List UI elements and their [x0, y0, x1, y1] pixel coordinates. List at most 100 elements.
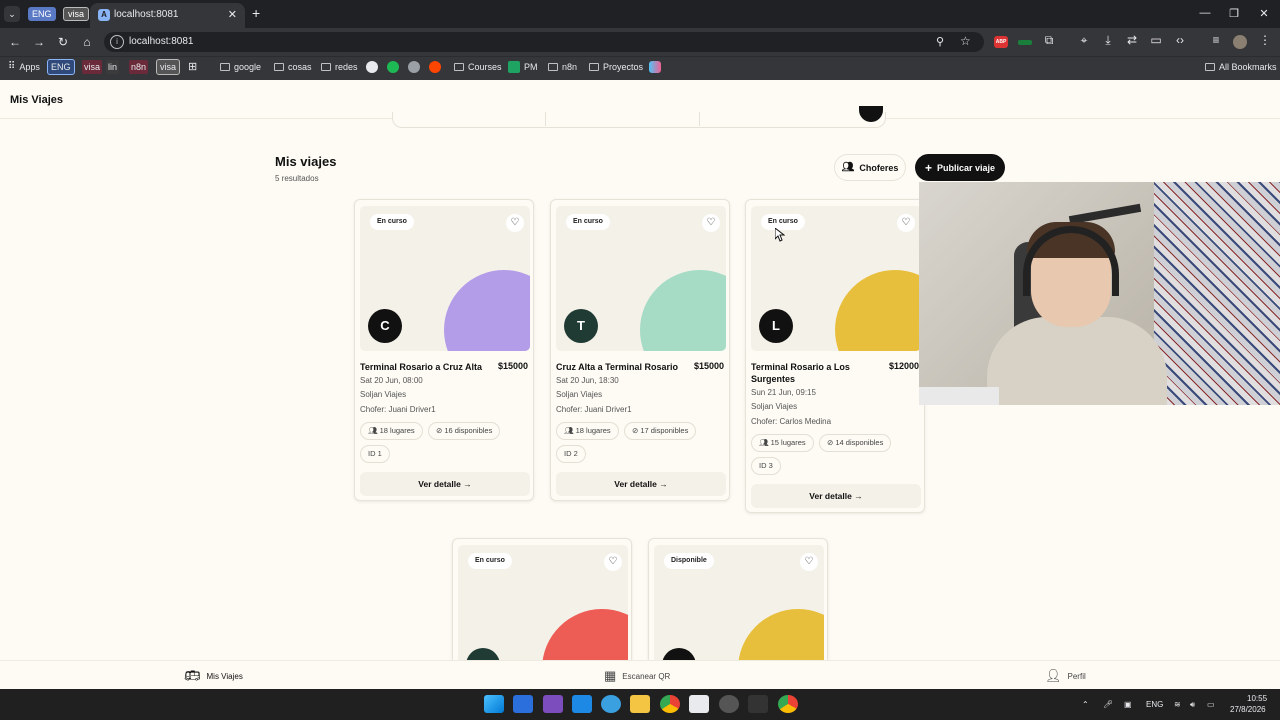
favorite-heart-icon[interactable]: ♡: [702, 214, 720, 232]
favorite-heart-icon[interactable]: ♡: [604, 553, 622, 571]
tab-chip-eng[interactable]: ENG: [28, 7, 56, 21]
active-tab[interactable]: A localhost:8081 ✕: [90, 3, 245, 28]
company-avatar: T: [564, 309, 598, 343]
ver-detalle-button[interactable]: Ver detalle →: [556, 472, 726, 496]
back-icon[interactable]: ←: [7, 35, 23, 49]
ver-detalle-button[interactable]: Ver detalle →: [751, 484, 921, 508]
home-icon[interactable]: ⌂: [79, 35, 95, 49]
bookmark-github[interactable]: [366, 60, 378, 74]
microphone-icon[interactable]: 🎤︎: [1103, 700, 1113, 709]
reading-list-icon[interactable]: ≡: [1208, 33, 1224, 47]
trip-card[interactable]: En curso ♡ T Cruz Alta a Terminal Rosari…: [550, 199, 730, 501]
window-close-icon[interactable]: ✕: [1254, 7, 1274, 20]
windows-start-icon[interactable]: [484, 695, 504, 713]
clock-date[interactable]: 27/8/2026: [1230, 705, 1266, 714]
chrome-icon[interactable]: [660, 695, 680, 713]
chrome-menu-icon[interactable]: ⋮: [1257, 33, 1273, 47]
visual-studio-icon[interactable]: [543, 695, 563, 713]
bookmark-lin[interactable]: lin: [106, 60, 120, 74]
choferes-label: Choferes: [859, 162, 899, 173]
choferes-button[interactable]: 👥︎ Choferes: [834, 154, 906, 181]
volume-icon[interactable]: 🔊︎: [1190, 700, 1195, 710]
bookmark-spotify[interactable]: [387, 60, 399, 74]
bookmark-cosas[interactable]: cosas: [274, 60, 312, 74]
tray-chevron-icon[interactable]: ⌃: [1082, 700, 1089, 709]
folder-icon: [220, 63, 230, 71]
clock-time[interactable]: 10:55: [1247, 694, 1267, 703]
bookmark-visa-2[interactable]: visa: [156, 59, 181, 75]
bookmark-reddit[interactable]: [429, 60, 441, 74]
bookmark-grid-icon[interactable]: ⊞: [188, 60, 197, 74]
minimize-icon[interactable]: —: [1195, 7, 1215, 19]
trip-image: En curso ♡: [458, 545, 628, 667]
color-app-icon: [649, 61, 661, 73]
trip-card[interactable]: En curso ♡ C Terminal Rosario a Cruz Alt…: [354, 199, 534, 501]
wifi-icon[interactable]: ≋: [1174, 700, 1181, 709]
favorite-heart-icon[interactable]: ♡: [800, 553, 818, 571]
extension-icon[interactable]: [1018, 40, 1032, 45]
nav-mis-viajes[interactable]: 🚌︎ Mis Viajes: [184, 668, 243, 684]
trip-card[interactable]: Disponible ♡: [648, 538, 828, 668]
devtools-icon[interactable]: ‹›: [1172, 33, 1188, 47]
notepad-icon[interactable]: [689, 695, 709, 713]
restore-icon[interactable]: ❐: [1224, 7, 1244, 20]
address-bar[interactable]: i localhost:8081 ⚲ ☆: [104, 32, 984, 52]
reload-icon[interactable]: ↻: [55, 35, 71, 49]
new-tab-icon[interactable]: +: [252, 5, 260, 21]
file-explorer-icon[interactable]: [630, 695, 650, 713]
tab-title: localhost:8081: [114, 9, 179, 20]
bookmark-n8n-folder[interactable]: n8n: [548, 60, 577, 74]
url-text: localhost:8081: [129, 36, 194, 47]
bookmark-chatgpt[interactable]: [408, 60, 420, 74]
tab-chip-visa[interactable]: visa: [63, 7, 90, 21]
bookmark-label: ENG: [47, 59, 75, 75]
cast-icon[interactable]: ▭: [1148, 33, 1164, 47]
chrome-alt-icon[interactable]: [778, 695, 798, 713]
bookmark-n8n[interactable]: n8n: [129, 60, 149, 74]
bookmark-pm[interactable]: PM: [508, 60, 538, 74]
trip-card[interactable]: En curso ♡: [452, 538, 632, 668]
battery-icon[interactable]: ▭: [1207, 700, 1215, 709]
bookmark-star-icon[interactable]: ☆: [960, 34, 971, 48]
bookmark-courses[interactable]: Courses: [454, 60, 502, 74]
language-indicator[interactable]: ENG: [1146, 700, 1163, 709]
search-button[interactable]: [859, 106, 883, 122]
app-icon[interactable]: [513, 695, 533, 713]
bookmark-eng[interactable]: ENG: [47, 59, 75, 75]
tab-search-button[interactable]: ⌄: [4, 6, 20, 22]
github-desktop-icon[interactable]: [719, 695, 739, 713]
nav-escanear-qr[interactable]: ▦ Escanear QR: [604, 668, 670, 684]
location-pin-icon[interactable]: ⌖: [1076, 33, 1092, 48]
seats-icon: 👥︎: [759, 438, 771, 447]
profile-avatar[interactable]: [1233, 35, 1247, 49]
vscode-icon[interactable]: [572, 695, 592, 713]
detail-label: Ver detalle: [614, 479, 657, 489]
close-tab-icon[interactable]: ✕: [228, 8, 237, 21]
all-bookmarks[interactable]: All Bookmarks: [1205, 60, 1277, 74]
abp-extension-icon[interactable]: ABP: [994, 36, 1008, 48]
trip-price: $12000: [888, 361, 919, 371]
publicar-viaje-button[interactable]: + Publicar viaje: [915, 154, 1005, 181]
favorite-heart-icon[interactable]: ♡: [897, 214, 915, 232]
ver-detalle-button[interactable]: Ver detalle →: [360, 472, 530, 496]
bookmark-apps[interactable]: ⠿ Apps: [8, 60, 40, 74]
site-info-icon[interactable]: i: [110, 35, 124, 49]
extensions-puzzle-icon[interactable]: ⧉: [1041, 33, 1057, 48]
terminal-icon[interactable]: [748, 695, 768, 713]
forward-icon[interactable]: →: [31, 35, 47, 49]
bookmark-colorful[interactable]: [649, 60, 661, 74]
nav-perfil[interactable]: 👤︎ Perfil: [1045, 668, 1086, 684]
trip-price: $15000: [693, 361, 724, 371]
bookmark-google[interactable]: google: [220, 60, 261, 74]
translate-icon[interactable]: ⇄: [1124, 33, 1140, 47]
zoom-icon[interactable]: ⚲: [936, 35, 944, 48]
tray-app-icon[interactable]: ▣: [1124, 700, 1132, 709]
app-icon[interactable]: [601, 695, 621, 713]
seats-pill: 👥︎ 18 lugares: [360, 422, 423, 440]
bookmark-visa[interactable]: visa: [82, 60, 103, 74]
download-icon[interactable]: ⤓: [1100, 33, 1116, 48]
bookmark-proyectos[interactable]: Proyectos: [589, 60, 643, 74]
trip-card[interactable]: En curso ♡ L Terminal Rosario a Los Surg…: [745, 199, 925, 513]
bookmark-redes[interactable]: redes: [321, 60, 358, 74]
favorite-heart-icon[interactable]: ♡: [506, 214, 524, 232]
